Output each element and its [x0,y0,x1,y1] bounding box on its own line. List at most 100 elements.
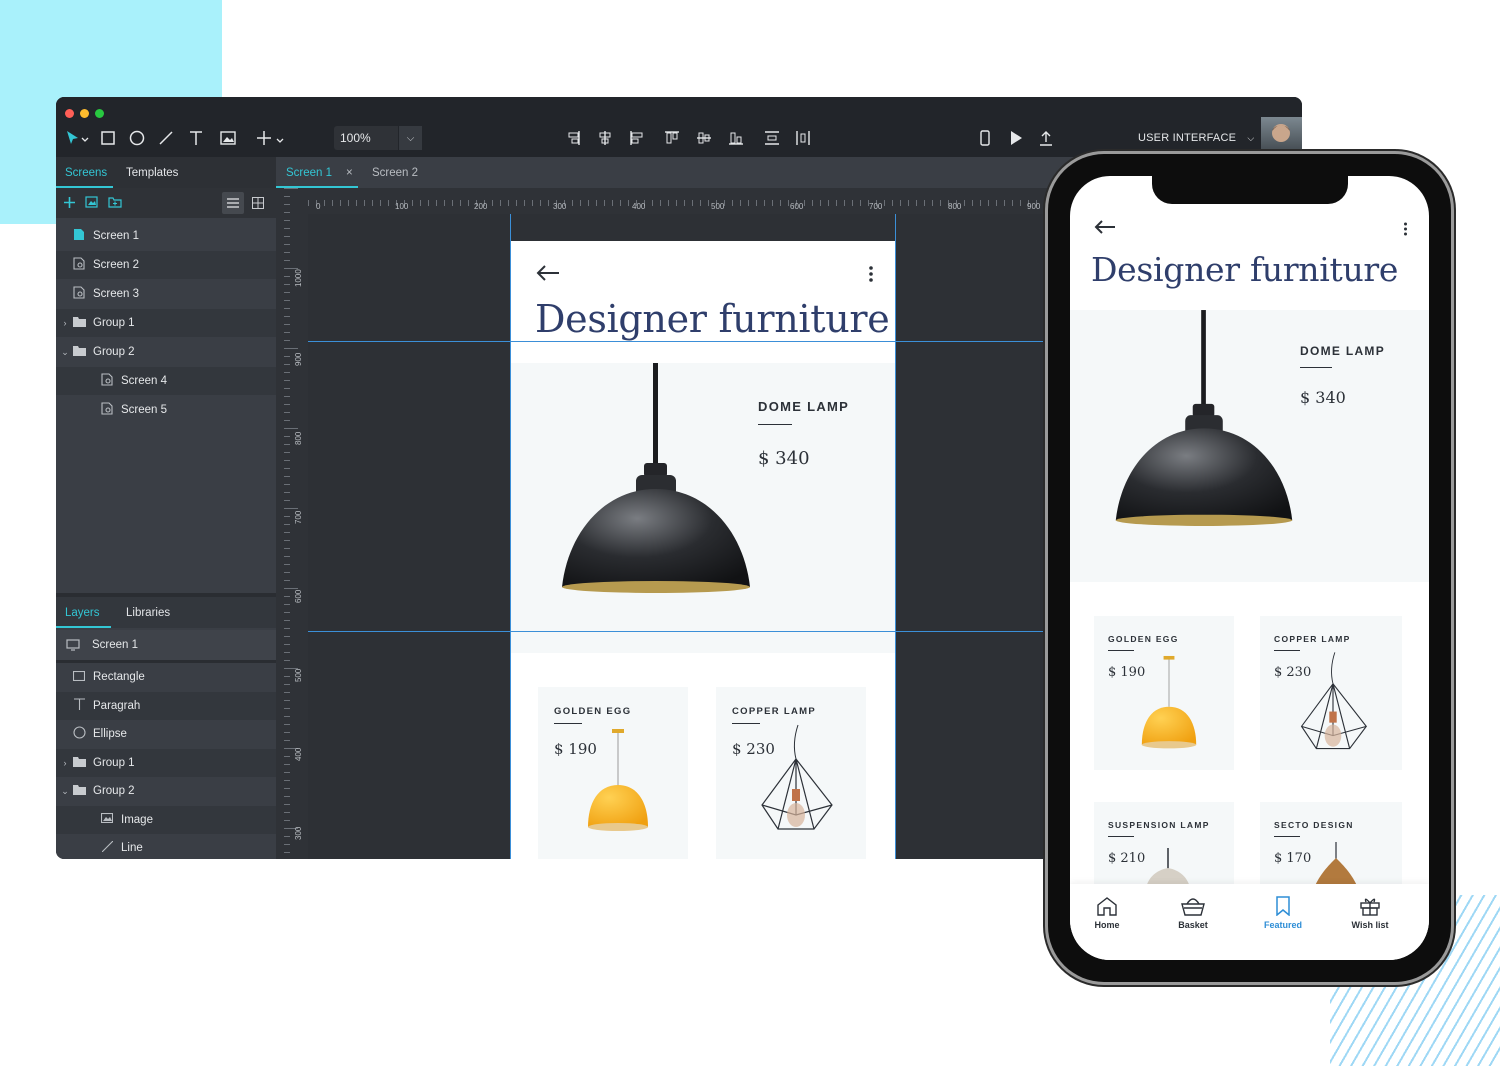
product-card[interactable]: SUSPENSION LAMP $ 210 [1094,802,1234,892]
align-right-button[interactable] [564,129,582,147]
ruler-tick [332,200,333,206]
back-arrow-icon[interactable] [536,265,560,281]
add-image-screen-icon[interactable] [85,196,98,208]
mobile-preview-button[interactable] [977,129,993,147]
product-card[interactable]: COPPER LAMP $ 230 [716,687,866,859]
layer-item-paragrah[interactable]: Paragrah [56,691,276,720]
export-button[interactable] [1038,129,1054,147]
line-icon [159,131,173,145]
product-card[interactable]: GOLDEN EGG $ 190 [1094,616,1234,770]
distribute-v-button[interactable] [763,129,781,147]
chevron-right-icon[interactable]: › [60,758,70,768]
line-tool[interactable] [158,129,174,147]
list-view-button[interactable] [222,192,244,214]
play-button[interactable] [1008,129,1024,147]
product-card[interactable]: SECTO DESIGN $ 170 [1260,802,1402,892]
layer-item-group-2[interactable]: ⌄ Group 2 [56,777,276,805]
hero-card[interactable]: DOME LAMP $ 340 [510,363,896,653]
ruler-tick [284,636,290,637]
close-tab-icon[interactable]: × [346,167,353,179]
ruler-tick [620,200,621,206]
align-top-button[interactable] [663,129,681,147]
ruler-tick [284,532,290,533]
text-tool[interactable] [188,129,204,147]
layer-item-group-1[interactable]: › Group 1 [56,748,276,777]
divider [1108,650,1134,651]
align-center-h-button[interactable] [596,129,614,147]
ruler-tick [540,200,541,206]
vertical-guide[interactable] [510,214,511,859]
screen-item-screen-4[interactable]: Screen 4 [56,367,276,395]
product-card[interactable]: COPPER LAMP $ 230 [1260,616,1402,770]
ruler-tick [284,556,290,557]
nav-featured[interactable]: Featured [1248,896,1318,930]
more-vertical-icon[interactable] [868,265,874,283]
layer-item-ellipse[interactable]: Ellipse [56,720,276,748]
chevron-right-icon[interactable]: › [60,318,70,328]
avatar[interactable] [1261,117,1302,157]
artboard-screen-1[interactable]: Designer furniture DOME LAMP $ 340 GOLDE… [510,241,896,859]
layer-item-rectangle[interactable]: Rectangle [56,663,276,691]
nav-home[interactable]: Home [1072,896,1142,930]
zoom-dropdown[interactable]: ⌵ [398,126,422,150]
chevron-down-icon[interactable]: ⌄ [60,786,70,797]
ruler-tick [284,412,290,413]
screen-item-screen-1[interactable]: Screen 1 [56,222,276,250]
ruler-tick [284,764,290,765]
image-tool[interactable] [220,129,236,147]
maximize-window-button[interactable] [95,109,104,118]
close-window-button[interactable] [65,109,74,118]
layer-root[interactable]: Screen 1 [56,630,276,660]
distribute-h-icon [796,131,810,145]
tab-screens[interactable]: Screens [65,167,107,179]
align-bottom-button[interactable] [727,129,745,147]
golden-egg-lamp-image [1141,655,1197,749]
tab-screen-1[interactable]: Screen 1 [286,167,332,179]
minimize-window-button[interactable] [80,109,89,118]
layer-item-line[interactable]: Line [56,834,276,859]
ruler-tick [284,812,290,813]
ruler-tick [284,628,290,629]
align-left-button[interactable] [628,129,646,147]
layer-item-image[interactable]: Image [56,805,276,834]
distribute-h-button[interactable] [794,129,812,147]
ruler-tick [284,540,290,541]
ruler-tick [772,200,773,206]
mode-selector[interactable]: USER INTERFACE ⌵ [1138,132,1254,144]
ruler-tick [428,200,429,206]
tab-libraries[interactable]: Libraries [126,607,170,619]
screen-item-screen-3[interactable]: Screen 3 [56,280,276,308]
add-screen-icon[interactable] [63,196,76,209]
chevron-down-icon[interactable]: ⌄ [60,347,70,358]
nav-wish-list[interactable]: Wish list [1335,896,1405,930]
grid-view-icon[interactable] [252,197,264,209]
add-tool[interactable] [255,129,289,147]
ellipse-tool[interactable] [129,129,145,147]
back-arrow-icon[interactable] [1094,220,1116,234]
screen-item-screen-2[interactable]: Screen 2 [56,251,276,279]
product-card[interactable]: GOLDEN EGG $ 190 [538,687,688,859]
align-middle-button[interactable] [695,129,713,147]
screen-item-group-2[interactable]: ⌄ Group 2 [56,338,276,366]
layers-tabs: Layers Libraries [56,597,276,628]
nav-basket[interactable]: Basket [1158,896,1228,930]
screen-item-screen-5[interactable]: Screen 5 [56,396,276,424]
tab-layers[interactable]: Layers [65,607,100,619]
add-folder-icon[interactable] [108,196,122,208]
ruler-tick [524,200,525,206]
ruler-label: 800 [294,431,303,445]
tab-templates[interactable]: Templates [126,167,178,179]
rectangle-tool[interactable] [100,129,116,147]
golden-egg-lamp-image [588,729,648,831]
ruler-tick [972,200,973,206]
hero-product-name: DOME LAMP [758,399,850,414]
screen-item-group-1[interactable]: › Group 1 [56,309,276,337]
ruler-tick [284,236,290,237]
ruler-tick [284,724,290,725]
product-name: GOLDEN EGG [1108,634,1179,644]
pointer-tool[interactable] [64,129,90,147]
vertical-guide[interactable] [895,214,896,859]
hero-card[interactable]: DOME LAMP $ 340 [1070,310,1429,582]
tab-screen-2[interactable]: Screen 2 [372,167,418,179]
more-vertical-icon[interactable] [1403,222,1408,236]
